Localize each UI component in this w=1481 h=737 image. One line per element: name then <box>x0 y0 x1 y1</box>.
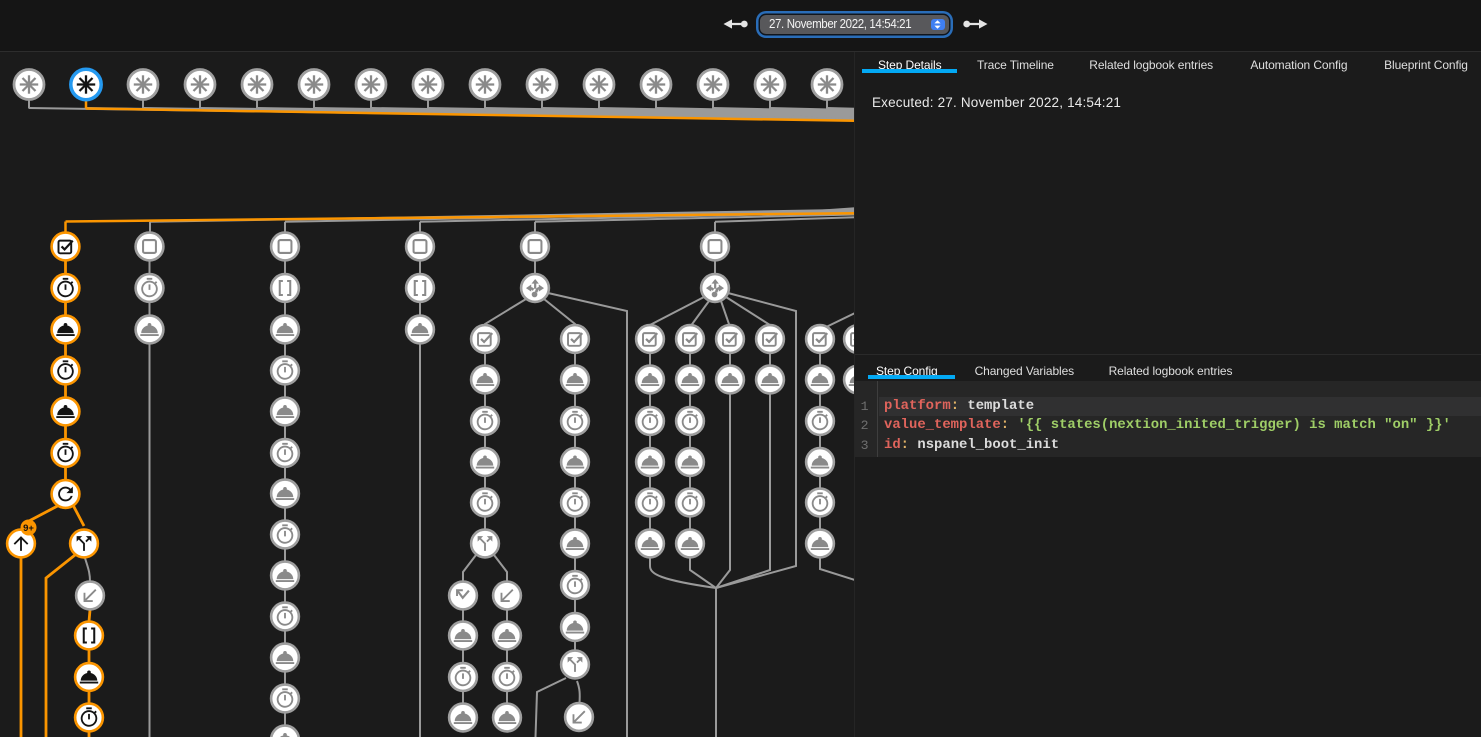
svg-text:9+: 9+ <box>23 523 34 534</box>
